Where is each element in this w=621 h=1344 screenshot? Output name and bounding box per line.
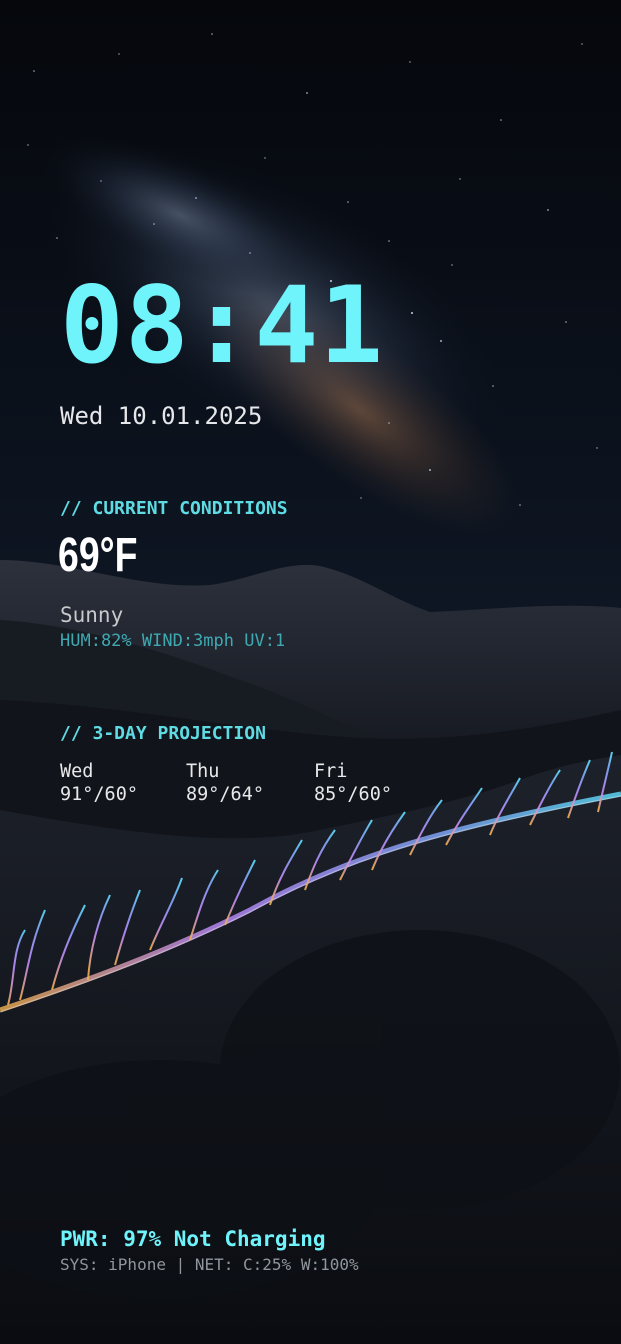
current-stats: HUM:82% WIND:3mph UV:1: [60, 631, 286, 651]
clock-date: Wed 10.01.2025: [60, 402, 263, 430]
forecast-day: Thu 89°/64°: [186, 760, 264, 806]
current-condition: Sunny: [60, 603, 124, 627]
forecast-day-range: 85°/60°: [314, 784, 392, 805]
forecast-title: // 3-DAY PROJECTION: [60, 723, 266, 744]
current-temperature: 69°F: [58, 529, 138, 582]
forecast-day-name: Wed: [60, 761, 94, 782]
power-status: PWR: 97% Not Charging: [60, 1227, 326, 1251]
forecast-day: Fri 85°/60°: [314, 760, 392, 806]
clock-time: 08:41: [60, 264, 385, 387]
lock-screen-widgets: 08:41 Wed 10.01.2025 // CURRENT CONDITIO…: [0, 0, 621, 1344]
forecast-day-range: 91°/60°: [60, 784, 138, 805]
current-conditions-title: // CURRENT CONDITIONS: [60, 498, 288, 519]
forecast-day-name: Thu: [186, 761, 220, 782]
system-network-status: SYS: iPhone | NET: C:25% W:100%: [60, 1255, 359, 1274]
forecast-list: Wed 91°/60° Thu 89°/64° Fri 85°/60°: [60, 760, 480, 810]
forecast-day-range: 89°/64°: [186, 784, 264, 805]
forecast-day-name: Fri: [314, 761, 348, 782]
forecast-day: Wed 91°/60°: [60, 760, 138, 806]
